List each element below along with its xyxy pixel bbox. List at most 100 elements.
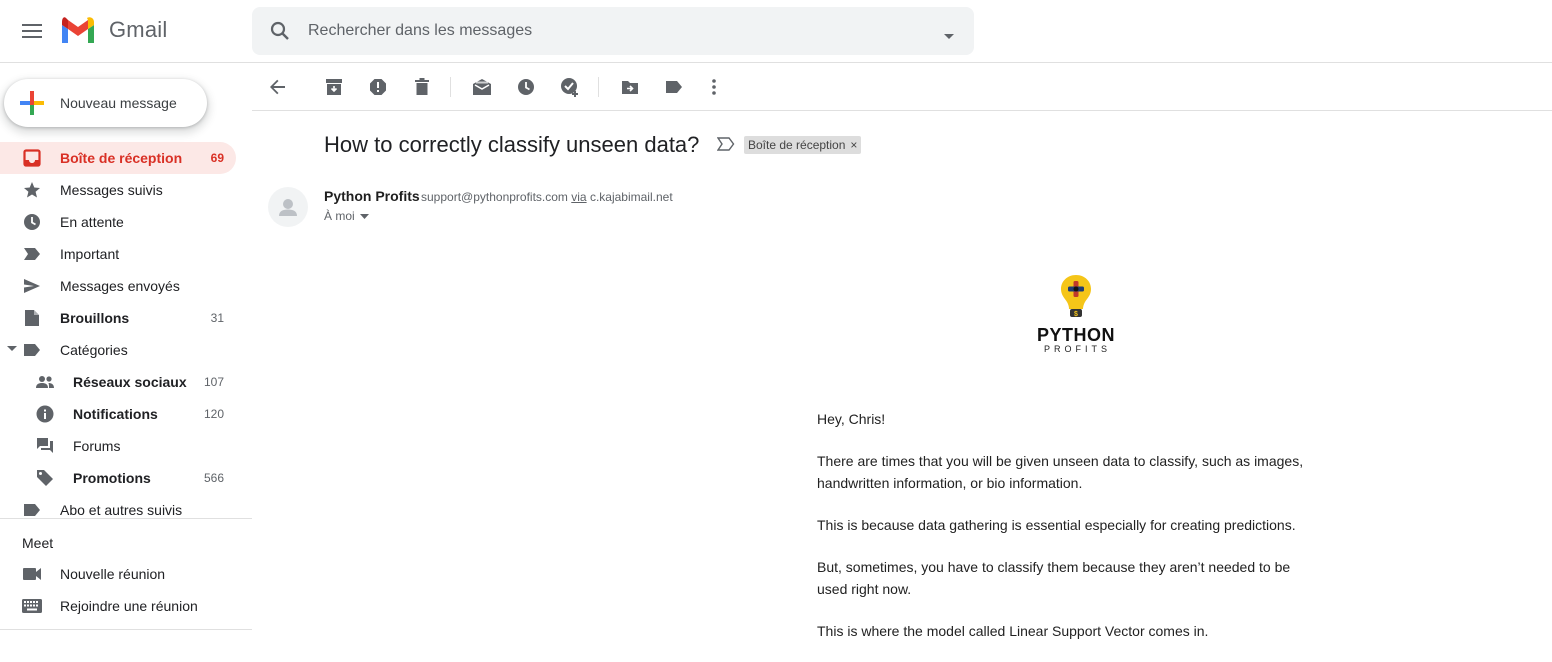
- meet-join-meeting[interactable]: Rejoindre une réunion: [0, 590, 236, 622]
- importance-marker-icon[interactable]: [716, 137, 735, 156]
- body-paragraph: Hey, Chris!: [817, 411, 886, 427]
- archive-icon[interactable]: [322, 75, 346, 99]
- body-paragraph: But, sometimes, you have to classify the…: [817, 559, 1291, 597]
- gmail-wordmark: Gmail: [109, 17, 168, 42]
- sender-address-line: support@pythonprofits.com via c.kajabima…: [421, 190, 673, 204]
- divider: [0, 629, 252, 630]
- sidebar-item-drafts[interactable]: Brouillons 31: [0, 302, 236, 334]
- search-input[interactable]: [308, 7, 908, 55]
- tag-icon: [35, 469, 55, 487]
- collapse-caret-icon: [7, 346, 17, 351]
- mark-unread-icon[interactable]: [470, 75, 494, 99]
- sidebar-item-label: Promotions: [73, 470, 151, 486]
- sidebar-item-important[interactable]: Important: [0, 238, 236, 270]
- body-paragraph: There are times that you will be given u…: [817, 453, 1304, 491]
- compose-label: Nouveau message: [60, 95, 177, 111]
- remove-label-button[interactable]: ×: [850, 138, 857, 152]
- label-icon: [22, 501, 42, 519]
- sidebar-item-social[interactable]: Réseaux sociaux 107: [0, 366, 236, 398]
- divider: [0, 518, 252, 519]
- message-toolbar: [252, 63, 1552, 111]
- search-bar: [252, 7, 974, 55]
- snooze-clock-icon[interactable]: [514, 75, 538, 99]
- lightbulb-logo-icon: $: [1061, 275, 1091, 318]
- search-options-dropdown-icon[interactable]: [944, 27, 954, 45]
- recipient-details-toggle[interactable]: À moi: [324, 209, 369, 223]
- sender-email: support@pythonprofits.com: [421, 190, 568, 204]
- sidebar-item-label: Notifications: [73, 406, 158, 422]
- top-bar: Gmail: [0, 0, 1552, 63]
- logo-dollar-sign: $: [1074, 311, 1078, 318]
- clock-icon: [22, 213, 42, 231]
- sidebar-item-label: En attente: [60, 214, 124, 230]
- people-icon: [35, 373, 55, 391]
- meet-section-title: Meet: [22, 535, 54, 551]
- move-to-folder-icon[interactable]: [618, 75, 642, 99]
- message-subject: How to correctly classify unseen data?: [324, 132, 700, 157]
- label-icon: [22, 341, 42, 359]
- message-body: Hey, Chris! There are times that you wil…: [817, 408, 1317, 662]
- video-camera-icon: [22, 565, 42, 583]
- draft-icon: [22, 309, 42, 327]
- send-icon: [22, 277, 42, 295]
- more-options-icon[interactable]: [702, 75, 726, 99]
- info-icon: [35, 405, 55, 423]
- toolbar-separator: [450, 77, 451, 97]
- sidebar-item-forums[interactable]: Forums: [0, 430, 236, 462]
- meet-item-label: Nouvelle réunion: [60, 566, 166, 582]
- sender-name[interactable]: Python Profits: [324, 188, 420, 204]
- python-profits-logo: $ PYTHON PROFITS: [1034, 273, 1118, 354]
- sender-avatar[interactable]: [268, 187, 308, 227]
- logo-title: PYTHON: [1036, 325, 1115, 345]
- label-chip-text: Boîte de réception: [748, 138, 846, 152]
- message-view: How to correctly classify unseen data? B…: [252, 63, 1552, 639]
- delete-trash-icon[interactable]: [410, 75, 434, 99]
- meet-item-label: Rejoindre une réunion: [60, 598, 198, 614]
- compose-plus-icon: [20, 91, 44, 115]
- inbox-label-chip: Boîte de réception ×: [744, 136, 862, 154]
- body-paragraph: This is because data gathering is essent…: [817, 517, 1296, 533]
- social-count: 107: [203, 375, 224, 389]
- unread-count: 69: [210, 151, 224, 165]
- sidebar-item-snoozed[interactable]: En attente: [0, 206, 236, 238]
- sidebar-item-label: Catégories: [60, 342, 128, 358]
- via-domain: c.kajabimail.net: [589, 190, 673, 204]
- chevron-down-icon: [359, 213, 369, 219]
- important-icon: [22, 245, 42, 263]
- sidebar: Nouveau message Boîte de réception 69 Me…: [0, 63, 252, 639]
- meet-new-meeting[interactable]: Nouvelle réunion: [0, 558, 236, 590]
- sidebar-item-label: Abo et autres suivis: [60, 502, 183, 518]
- sidebar-item-label: Boîte de réception: [60, 150, 183, 166]
- search-icon[interactable]: [268, 19, 292, 48]
- sidebar-item-subscriptions[interactable]: Abo et autres suivis: [0, 494, 236, 526]
- back-arrow-icon[interactable]: [266, 75, 290, 99]
- sidebar-item-promotions[interactable]: Promotions 566: [0, 462, 236, 494]
- star-icon: [22, 181, 42, 199]
- compose-button[interactable]: Nouveau message: [4, 79, 207, 127]
- sidebar-item-label: Messages envoyés: [60, 278, 180, 294]
- sidebar-item-label: Messages suivis: [60, 182, 163, 198]
- forum-icon: [35, 437, 55, 455]
- sidebar-item-label: Réseaux sociaux: [73, 374, 187, 390]
- via-link[interactable]: via: [571, 190, 586, 204]
- gmail-logo[interactable]: Gmail: [60, 16, 167, 44]
- meet-list: Nouvelle réunion Rejoindre une réunion: [0, 558, 252, 622]
- sidebar-item-categories[interactable]: Catégories: [0, 334, 236, 366]
- promotions-count: 566: [203, 471, 224, 485]
- sidebar-item-updates[interactable]: Notifications 120: [0, 398, 236, 430]
- sidebar-item-label: Brouillons: [60, 310, 130, 326]
- main-menu-button[interactable]: [14, 13, 50, 49]
- sidebar-item-sent[interactable]: Messages envoyés: [0, 270, 236, 302]
- gmail-m-icon: [62, 17, 94, 43]
- recipient-text: À moi: [324, 209, 355, 223]
- sidebar-item-label: Important: [60, 246, 120, 262]
- add-to-tasks-icon[interactable]: [558, 75, 582, 99]
- sidebar-item-starred[interactable]: Messages suivis: [0, 174, 236, 206]
- keyboard-icon: [22, 597, 42, 615]
- draft-count: 31: [210, 311, 224, 325]
- report-spam-icon[interactable]: [366, 75, 390, 99]
- inbox-icon: [22, 149, 42, 167]
- hamburger-menu-icon: [22, 24, 42, 38]
- label-icon[interactable]: [662, 75, 686, 99]
- sidebar-item-inbox[interactable]: Boîte de réception 69: [0, 142, 236, 174]
